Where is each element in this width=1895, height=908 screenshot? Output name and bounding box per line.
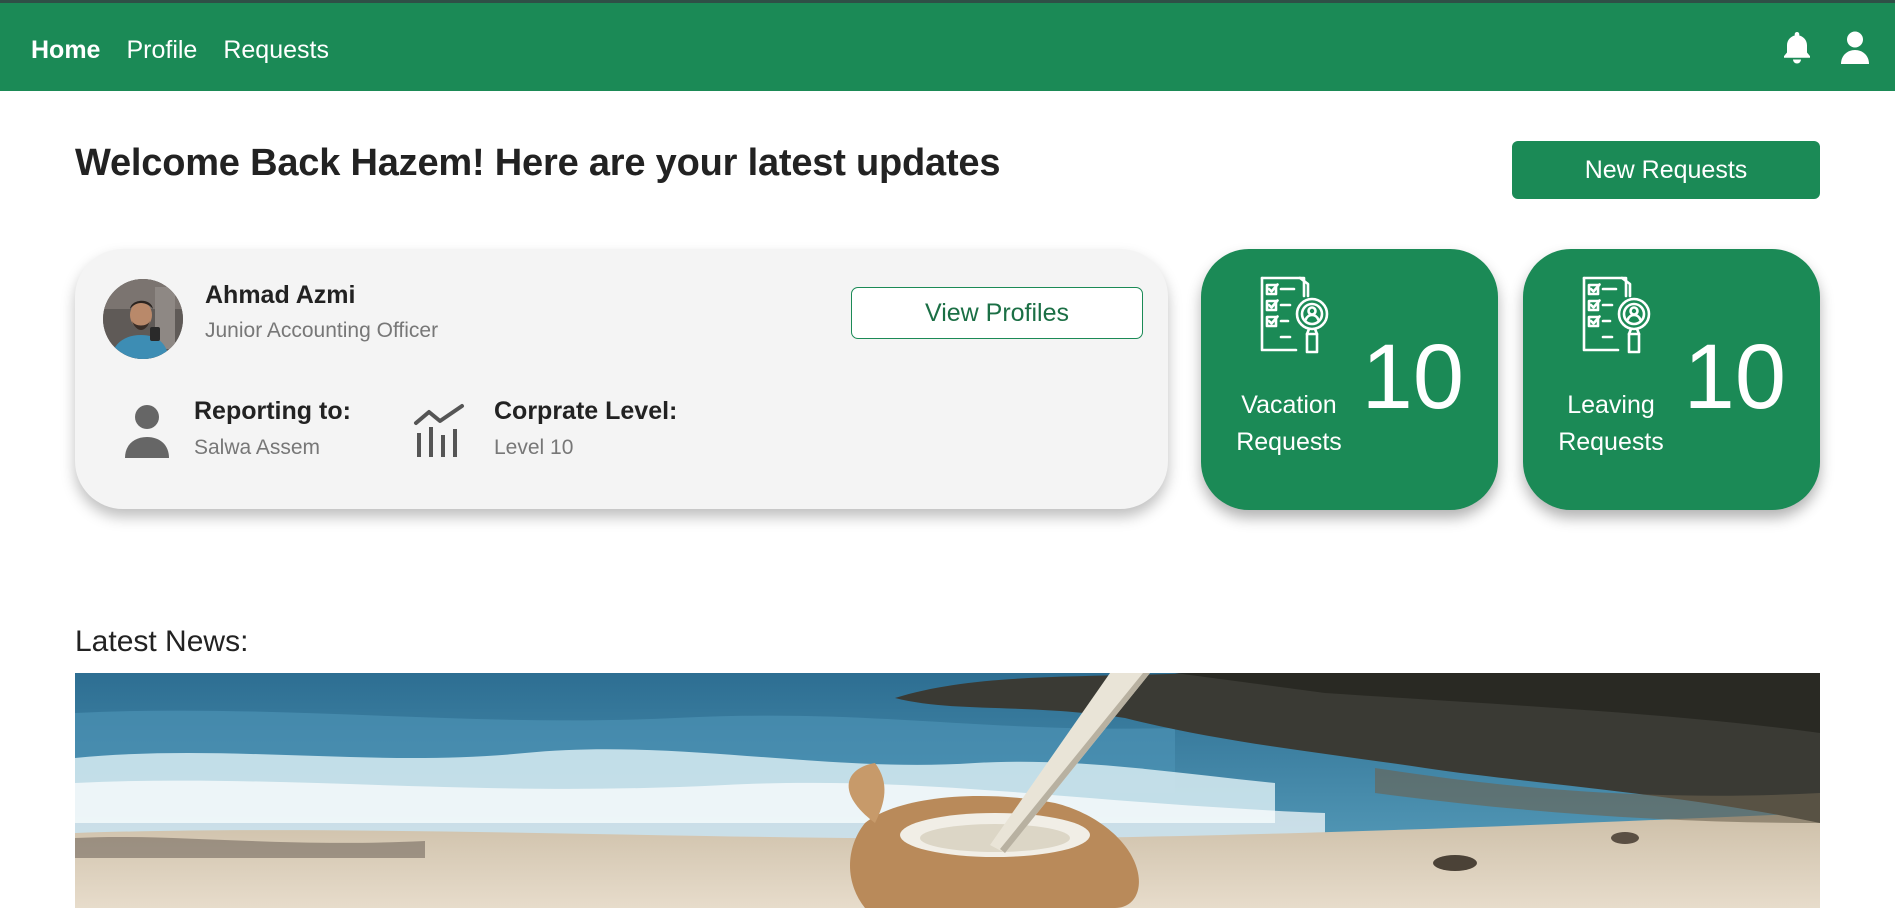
profile-card: Ahmad Azmi Junior Accounting Officer Vie…	[75, 249, 1168, 509]
leaving-label-line2: Requests	[1558, 428, 1664, 456]
vacation-requests-card[interactable]: 10 Vacation Requests	[1201, 249, 1498, 510]
leaving-requests-label: Leaving Requests	[1543, 387, 1679, 461]
nav-item-profile[interactable]: Profile	[126, 33, 197, 67]
latest-news-heading: Latest News:	[75, 625, 249, 658]
nav-item-requests[interactable]: Requests	[223, 33, 329, 67]
leaving-requests-card[interactable]: 10 Leaving Requests	[1523, 249, 1820, 510]
profile-job-title: Junior Accounting Officer	[205, 319, 439, 342]
bell-icon[interactable]	[1781, 30, 1813, 66]
new-requests-button[interactable]: New Requests	[1512, 141, 1820, 199]
checklist-search-icon	[1256, 274, 1336, 354]
checklist-search-icon	[1578, 274, 1658, 354]
page-title: Welcome Back Hazem! Here are your latest…	[75, 142, 1001, 184]
person-icon	[123, 404, 171, 463]
vacation-label-line2: Requests	[1236, 428, 1342, 456]
avatar	[103, 279, 183, 359]
reporting-to-value: Salwa Assem	[194, 436, 321, 459]
profile-name: Ahmad Azmi	[205, 281, 356, 309]
vacation-label-line1: Vacation	[1241, 391, 1337, 419]
corporate-level-value: Level 10	[494, 436, 574, 459]
vacation-requests-count: 10	[1361, 326, 1464, 428]
view-profiles-button[interactable]: View Profiles	[851, 287, 1143, 339]
main-nav: Home Profile Requests	[31, 33, 329, 67]
chart-icon	[413, 403, 465, 464]
top-icons	[1781, 30, 1871, 66]
corporate-level-label: Corprate Level:	[494, 397, 678, 425]
leaving-label-line1: Leaving	[1567, 391, 1655, 419]
vacation-requests-label: Vacation Requests	[1221, 387, 1357, 461]
nav-item-home[interactable]: Home	[31, 33, 100, 67]
top-navbar: Home Profile Requests	[0, 0, 1895, 91]
user-icon[interactable]	[1839, 30, 1871, 66]
news-image[interactable]	[75, 673, 1820, 908]
reporting-to-label: Reporting to:	[194, 397, 351, 425]
leaving-requests-count: 10	[1683, 326, 1786, 428]
